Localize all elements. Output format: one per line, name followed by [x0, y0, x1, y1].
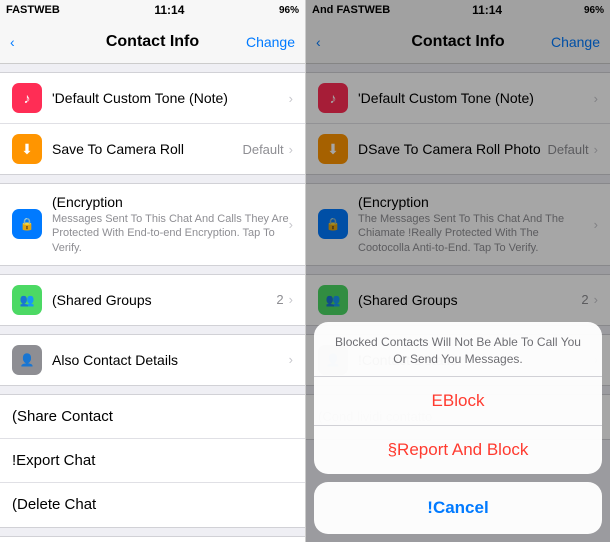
left-section-contact: 👤 Also Contact Details › — [0, 334, 305, 386]
left-row-contact-details[interactable]: 👤 Also Contact Details › — [0, 335, 305, 385]
camera-icon: ⬇ — [12, 134, 42, 164]
left-content: ♪ 'Default Custom Tone (Note) › ⬇ Save T… — [0, 64, 305, 542]
left-section-encryption: 🔒 (Encryption Messages Sent To This Chat… — [0, 183, 305, 266]
left-row-export[interactable]: !Export Chat — [0, 439, 305, 483]
action-sheet-group: Blocked Contacts Will Not Be Able To Cal… — [314, 322, 602, 474]
left-section-block: Block Contact §Report Contact — [0, 536, 305, 542]
left-row-camera[interactable]: ⬇ Save To Camera Roll Default › — [0, 124, 305, 174]
left-section-groups: 👥 (Shared Groups 2 › — [0, 274, 305, 326]
left-section-actions: (Share Contact !Export Chat (Delete Chat — [0, 394, 305, 528]
contact-details-icon: 👤 — [12, 345, 42, 375]
left-panel: FASTWEB 11:14 96% ‹ Contact Info Change … — [0, 0, 305, 542]
action-sheet-overlay: Blocked Contacts Will Not Be Able To Cal… — [306, 0, 610, 542]
left-change-button[interactable]: Change — [246, 34, 295, 50]
left-row-groups[interactable]: 👥 (Shared Groups 2 › — [0, 275, 305, 325]
left-status-bar: FASTWEB 11:14 96% — [0, 0, 305, 20]
tone-label: 'Default Custom Tone (Note) — [52, 90, 289, 106]
left-back-button[interactable]: ‹ — [10, 34, 15, 50]
left-section-1: ♪ 'Default Custom Tone (Note) › ⬇ Save T… — [0, 72, 305, 175]
left-time: 11:14 — [154, 3, 184, 17]
left-row-encryption[interactable]: 🔒 (Encryption Messages Sent To This Chat… — [0, 184, 305, 265]
left-nav-bar: ‹ Contact Info Change — [0, 20, 305, 64]
groups-icon: 👥 — [12, 285, 42, 315]
left-nav-title: Contact Info — [106, 33, 199, 51]
left-row-block[interactable]: Block Contact — [0, 537, 305, 542]
action-sheet-info-text: Blocked Contacts Will Not Be Able To Cal… — [314, 322, 602, 377]
encryption-icon: 🔒 — [12, 209, 42, 239]
block-button[interactable]: EBlock — [314, 377, 602, 426]
left-battery: 96% — [279, 5, 299, 16]
report-and-block-button[interactable]: §Report And Block — [314, 426, 602, 474]
left-row-delete[interactable]: (Delete Chat — [0, 483, 305, 527]
action-sheet: Blocked Contacts Will Not Be Able To Cal… — [306, 314, 610, 542]
left-row-tone[interactable]: ♪ 'Default Custom Tone (Note) › — [0, 73, 305, 124]
right-panel: And FASTWEB 11:14 96% ‹ Contact Info Cha… — [305, 0, 610, 542]
left-row-share[interactable]: (Share Contact — [0, 395, 305, 439]
tone-icon: ♪ — [12, 83, 42, 113]
camera-label: Save To Camera Roll — [52, 141, 242, 157]
cancel-button[interactable]: !Cancel — [314, 482, 602, 534]
left-carrier: FASTWEB — [6, 4, 60, 16]
